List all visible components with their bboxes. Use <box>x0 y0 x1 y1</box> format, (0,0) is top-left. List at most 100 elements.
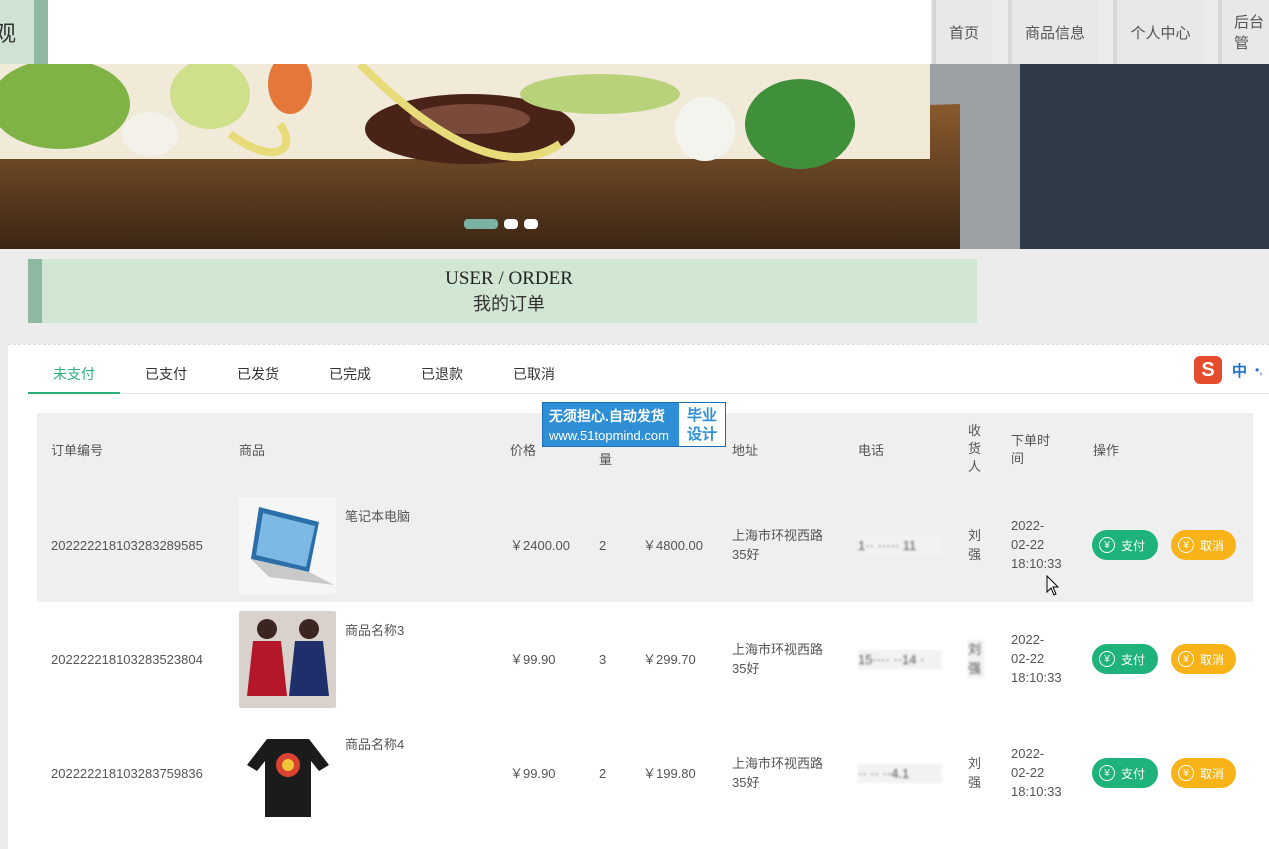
quantity: 2 <box>599 538 607 553</box>
order-number: 20222221810328375983​6 <box>51 766 203 781</box>
order-date-year: 2022- <box>1011 746 1045 761</box>
ime-toolbar[interactable]: S 中 •, <box>1194 355 1269 385</box>
th-phone: 电话 <box>858 443 885 458</box>
th-receiver: 收货人 <box>968 423 982 474</box>
cancel-button[interactable]: ¥ 取消 <box>1171 644 1236 674</box>
receiver: 刘强 <box>968 640 984 678</box>
order-date-year: 2022- <box>1011 632 1045 647</box>
cancel-button-label: 取消 <box>1200 538 1225 553</box>
receiver: 刘强 <box>968 756 982 790</box>
watermark-url: www.51topmind.com <box>549 428 669 443</box>
yen-icon: ¥ <box>1099 765 1115 781</box>
tab-completed[interactable]: 已完成 <box>304 360 396 394</box>
order-time: 2022- 02-22 18:10:33 <box>1011 516 1062 573</box>
section-title-cn: 我的订单 <box>473 294 545 315</box>
nav-admin[interactable]: 后台管 <box>1218 0 1269 64</box>
th-order-no: 订单编号 <box>51 443 104 458</box>
pay-button[interactable]: ¥ 支付 <box>1092 758 1158 788</box>
carousel-dot-1[interactable] <box>464 219 498 229</box>
pay-button[interactable]: ¥ 支付 <box>1092 530 1158 560</box>
product-thumbnail[interactable] <box>239 497 336 594</box>
order-time-clock: 18:10:33 <box>1011 556 1062 571</box>
tab-cancelled[interactable]: 已取消 <box>488 360 580 394</box>
yen-icon: ¥ <box>1099 537 1115 553</box>
top-bar-blank <box>48 0 931 64</box>
cancel-button-label: 取消 <box>1200 766 1225 781</box>
tab-paid[interactable]: 已支付 <box>120 360 212 394</box>
top-navbar: 观 首页 商品信息 个人中心 后台管 <box>0 0 1269 64</box>
th-address: 地址 <box>732 443 759 458</box>
carousel-indicators <box>464 219 538 229</box>
brand-text: 观 <box>0 22 17 47</box>
watermark-right2: 设计 <box>686 426 717 443</box>
tab-unpaid[interactable]: 未支付 <box>28 360 120 394</box>
banner-image <box>0 64 1269 249</box>
price: ￥99.90 <box>510 766 556 781</box>
phone: 1·· ····· 11 <box>858 536 942 555</box>
section-title-block: USER / ORDER 我的订单 <box>28 259 977 323</box>
yen-icon: ¥ <box>1178 765 1194 781</box>
receiver: 刘强 <box>968 528 982 562</box>
ime-language: 中 <box>1232 362 1248 380</box>
yen-icon: ¥ <box>1178 651 1194 667</box>
total-price: ￥199.80 <box>643 766 696 781</box>
sogou-icon: S <box>1194 356 1222 384</box>
cancel-button[interactable]: ¥ 取消 <box>1171 758 1236 788</box>
order-time-clock: 18:10:33 <box>1011 670 1062 685</box>
ime-punctuation-icon: •, <box>1255 363 1263 377</box>
brand-logo[interactable]: 观 <box>0 0 48 64</box>
order-date-day: 02-22 <box>1011 537 1045 552</box>
nav-products[interactable]: 商品信息 <box>1008 0 1098 64</box>
total-price: ￥299.70 <box>643 652 696 667</box>
carousel-dot-2[interactable] <box>504 219 518 229</box>
phone: 15···· ··14 · <box>858 650 942 669</box>
th-product: 商品 <box>239 443 266 458</box>
pay-button-label: 支付 <box>1121 538 1146 553</box>
table-row: 20222221810328328958​5 笔记本电脑 ￥2400.00 2 … <box>37 488 1253 602</box>
th-price: 价格 <box>510 443 537 458</box>
banner-carousel[interactable] <box>0 64 1269 249</box>
nav-personal-center[interactable]: 个人中心 <box>1113 0 1204 64</box>
laptop-image <box>239 497 336 594</box>
pay-button-label: 支付 <box>1121 766 1146 781</box>
tab-refunded[interactable]: 已退款 <box>396 360 488 394</box>
sweater-image <box>239 725 336 822</box>
quantity: 3 <box>599 652 607 667</box>
product-name[interactable]: 笔记本电脑 <box>345 507 410 526</box>
th-qty: 量 <box>599 452 613 467</box>
watermark-badge: 无须担心.自动发货 www.51topmind.com 毕业 设计 <box>542 402 726 447</box>
cancel-button[interactable]: ¥ 取消 <box>1171 530 1236 560</box>
th-operations: 操作 <box>1093 443 1120 458</box>
order-status-tabs: 未支付 已支付 已发货 已完成 已退款 已取消 <box>28 360 1269 394</box>
yen-icon: ¥ <box>1178 537 1194 553</box>
total-price: ￥4800.00 <box>643 538 703 553</box>
product-thumbnail[interactable] <box>239 725 336 822</box>
yen-icon: ¥ <box>1099 651 1115 667</box>
watermark-right: 毕业 设计 <box>679 403 725 446</box>
tab-shipped[interactable]: 已发货 <box>212 360 304 394</box>
watermark-right1: 毕业 <box>686 407 717 424</box>
order-time-clock: 18:10:33 <box>1011 784 1062 799</box>
phone: ·· ·· ··4.1 <box>858 764 942 783</box>
th-order-time: 下单时间 <box>1011 433 1051 466</box>
product-name[interactable]: 商品名称3 <box>345 621 404 640</box>
dress-image <box>239 611 336 708</box>
order-date-day: 02-22 <box>1011 651 1045 666</box>
order-date-year: 2022- <box>1011 518 1045 533</box>
product-name[interactable]: 商品名称4 <box>345 735 404 754</box>
price: ￥2400.00 <box>510 538 570 553</box>
address: 上海市环视西路35好 <box>732 642 824 676</box>
cancel-button-label: 取消 <box>1200 652 1225 667</box>
order-time: 2022- 02-22 18:10:33 <box>1011 630 1062 687</box>
order-number: 20222221810328352380​4 <box>51 652 203 667</box>
address: 上海市环视西路35好 <box>732 528 824 562</box>
address: 上海市环视西路35好 <box>732 756 824 790</box>
nav-home[interactable]: 首页 <box>932 0 992 64</box>
mouse-cursor-icon <box>1046 575 1060 596</box>
watermark-left: 无须担心.自动发货 www.51topmind.com <box>543 403 679 446</box>
order-time: 2022- 02-22 18:10:33 <box>1011 744 1062 801</box>
carousel-dot-3[interactable] <box>524 219 538 229</box>
pay-button[interactable]: ¥ 支付 <box>1092 644 1158 674</box>
product-thumbnail[interactable] <box>239 611 336 708</box>
table-row: 20222221810328352380​4 商品名称3 ￥99.90 3 ￥2… <box>37 602 1253 716</box>
